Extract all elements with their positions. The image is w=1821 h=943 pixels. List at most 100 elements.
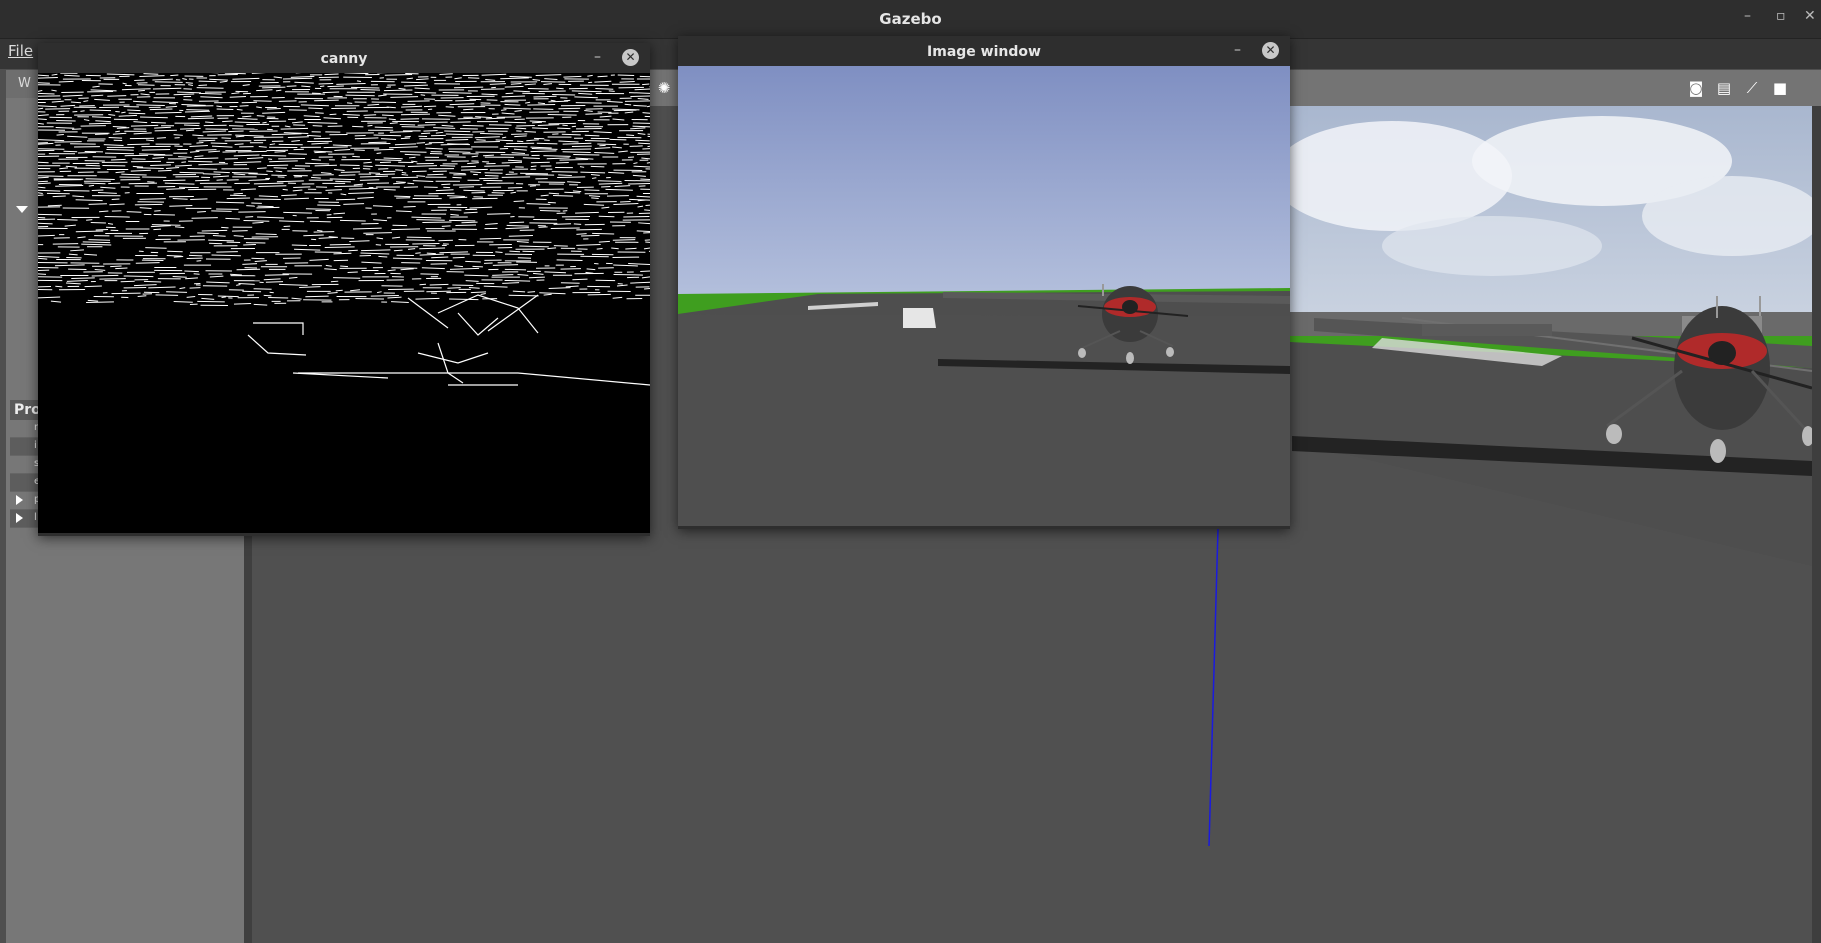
canny-edge-segment (329, 113, 337, 116)
maximize-icon[interactable]: ▫ (1776, 8, 1786, 24)
canny-edge-segment (308, 107, 323, 110)
canny-edge-segment (506, 224, 529, 227)
canny-edge-segment (339, 219, 366, 222)
canny-edge-segment (346, 102, 353, 104)
canny-edge-segment (107, 223, 114, 225)
canny-edge-segment (190, 198, 208, 200)
canny-edge-segment (72, 128, 82, 130)
canny-edge-segment (624, 100, 650, 102)
canny-edge-segment (314, 99, 339, 102)
canny-edge-segment (318, 82, 334, 85)
close-icon[interactable]: ✕ (622, 49, 639, 66)
canny-edge-segment (522, 92, 545, 95)
canny-edge-segment (86, 301, 114, 303)
canny-edge-segment (367, 124, 373, 127)
canny-edge-segment (88, 122, 112, 125)
canny-edge-segment (606, 195, 629, 197)
canny-edge-segment (373, 148, 394, 151)
canny-edge-segment (562, 124, 568, 127)
canny-edge-segment (426, 290, 451, 293)
canny-edge-segment (407, 182, 415, 185)
canny-edge-segment (313, 137, 331, 140)
canny-edge-segment (349, 240, 370, 242)
canny-edge-segment (587, 293, 611, 296)
canny-edge-segment (192, 134, 204, 137)
canny-edge-segment (91, 189, 104, 192)
canny-edge-segment (178, 156, 192, 158)
image-window-titlebar[interactable]: Image window – ✕ (678, 36, 1290, 66)
canny-edge-segment (509, 221, 525, 224)
plot-icon[interactable]: ⟋ (1742, 80, 1762, 96)
canny-edge-segment (635, 139, 650, 142)
canny-edge-segment (282, 188, 288, 191)
canny-edge-segment (126, 211, 142, 213)
canny-edge-segment (63, 150, 78, 153)
canny-edge-segment (181, 161, 187, 163)
canny-edge-segment (640, 270, 650, 273)
canny-edge-segment (629, 145, 643, 147)
canny-edge-segment (363, 165, 373, 168)
minimize-icon[interactable]: – (1234, 42, 1241, 58)
canny-edge-segment (504, 103, 521, 106)
canny-edge-segment (491, 192, 505, 194)
canny-edge-segment (127, 109, 141, 112)
canny-edge-segment (55, 285, 63, 288)
canny-edge-segment (459, 186, 475, 188)
canny-edge-segment (406, 236, 432, 239)
canny-edge-segment (107, 95, 127, 97)
canny-edge-segment (408, 156, 416, 159)
canny-edge-segment (38, 175, 64, 177)
canny-edge-segment (426, 252, 436, 255)
image-window[interactable]: Image window – ✕ (678, 36, 1290, 529)
canny-edge-segment (416, 219, 445, 221)
canny-edge-segment (268, 296, 289, 299)
close-icon[interactable]: ✕ (1262, 42, 1279, 59)
canny-edge-segment (187, 117, 214, 120)
canny-edge-segment (196, 87, 224, 89)
canny-edge-segment (540, 210, 561, 212)
canny-edge-segment (226, 197, 251, 200)
canny-edge-segment (231, 172, 258, 174)
camera-icon[interactable]: ◙ (1686, 80, 1706, 96)
canny-edge-segment (234, 143, 244, 146)
expand-arrow-icon[interactable] (16, 206, 28, 213)
canny-edge-segment (188, 254, 203, 257)
minimize-icon[interactable]: – (1744, 8, 1751, 24)
canny-edge-segment (404, 153, 421, 156)
canny-edge-segment (170, 74, 179, 77)
expand-triangle-icon[interactable] (16, 495, 23, 505)
canny-edge-segment (111, 158, 126, 161)
canny-edge-segment (556, 259, 583, 261)
canny-edge-segment (591, 197, 599, 200)
light-icon[interactable]: ✺ (654, 80, 674, 96)
canny-window[interactable]: canny – ✕ (38, 43, 650, 536)
canny-edge-segment (368, 172, 381, 174)
canny-edge-segment (416, 175, 426, 177)
right-scrollbar[interactable] (1812, 106, 1821, 943)
canny-edge-segment (447, 287, 461, 289)
canny-edge-segment (134, 203, 163, 206)
canny-edge-segment (388, 118, 396, 121)
canny-edge-segment (555, 162, 569, 164)
canny-edge-segment (484, 165, 510, 167)
close-icon[interactable]: ✕ (1804, 8, 1816, 24)
canny-edge-segment (632, 125, 650, 128)
expand-triangle-icon[interactable] (16, 513, 23, 523)
canny-edge-segment (327, 85, 344, 88)
canny-edge-segment (375, 244, 382, 246)
canny-edge-segment (374, 126, 393, 129)
camera-image (678, 66, 1290, 526)
canny-edge-segment (84, 285, 102, 288)
canny-edge-segment (561, 133, 581, 136)
canny-edge-segment (120, 280, 135, 283)
canny-edge-segment (400, 137, 411, 140)
canny-edge-segment (438, 239, 453, 242)
log-icon[interactable]: ▤ (1714, 80, 1734, 96)
menu-file[interactable]: File (8, 42, 33, 60)
canny-edge-segment (420, 273, 439, 275)
video-icon[interactable]: ■ (1770, 80, 1790, 96)
canny-edge-segment (360, 89, 381, 91)
minimize-icon[interactable]: – (594, 49, 601, 65)
canny-titlebar[interactable]: canny – ✕ (38, 43, 650, 73)
canny-edge-segment (80, 110, 85, 112)
